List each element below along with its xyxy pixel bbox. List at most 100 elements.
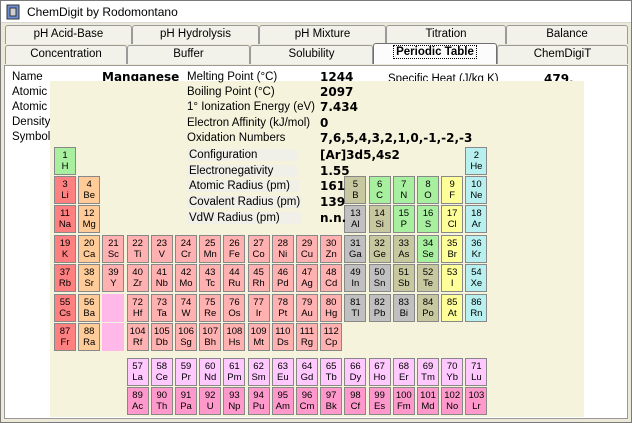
element-ce[interactable]: 58 Ce <box>150 358 173 386</box>
element-ba[interactable]: 56 Ba <box>78 294 101 322</box>
element-placeholder[interactable] <box>102 294 125 322</box>
element-si[interactable]: 14 Si <box>368 205 391 233</box>
element-tc[interactable]: 43 Tc <box>199 264 222 292</box>
element-ga[interactable]: 31 Ga <box>344 235 367 263</box>
tab-titration[interactable]: Titration <box>386 25 506 44</box>
element-ho[interactable]: 67 Ho <box>368 358 391 386</box>
element-sn[interactable]: 50 Sn <box>368 264 391 292</box>
element-k[interactable]: 19 K <box>54 235 76 263</box>
element-rf[interactable]: 104 Rf <box>126 323 149 351</box>
element-dy[interactable]: 66 Dy <box>344 358 367 386</box>
element-rh[interactable]: 45 Rh <box>247 264 270 292</box>
element-fe[interactable]: 26 Fe <box>223 235 246 263</box>
element-au[interactable]: 79 Au <box>296 294 318 322</box>
element-ne[interactable]: 10 Ne <box>465 176 488 204</box>
element-bh[interactable]: 107 Bh <box>199 323 222 351</box>
tab-buffer[interactable]: Buffer <box>127 45 250 64</box>
element-pr[interactable]: 59 Pr <box>175 358 197 386</box>
element-li[interactable]: 3 Li <box>54 176 76 204</box>
element-ru[interactable]: 44 Ru <box>223 264 246 292</box>
element-pu[interactable]: 94 Pu <box>247 387 270 415</box>
element-as[interactable]: 33 As <box>392 235 415 263</box>
element-pd[interactable]: 46 Pd <box>271 264 294 292</box>
element-ag[interactable]: 47 Ag <box>296 264 318 292</box>
tab-concentration[interactable]: Concentration <box>5 45 127 64</box>
element-zr[interactable]: 40 Zr <box>126 264 149 292</box>
tab-ph-acid-base[interactable]: pH Acid-Base <box>5 25 132 44</box>
element-po[interactable]: 84 Po <box>417 294 439 322</box>
element-co[interactable]: 27 Co <box>247 235 270 263</box>
element-ac[interactable]: 89 Ac <box>126 387 149 415</box>
element-i[interactable]: 53 I <box>441 264 464 292</box>
element-br[interactable]: 35 Br <box>441 235 464 263</box>
element-n[interactable]: 7N <box>392 176 415 204</box>
element-db[interactable]: 105 Db <box>150 323 173 351</box>
element-y[interactable]: 39 Y <box>102 264 125 292</box>
element-in[interactable]: 49 In <box>344 264 367 292</box>
element-placeholder[interactable] <box>102 323 125 351</box>
element-o[interactable]: 8O <box>417 176 439 204</box>
element-ti[interactable]: 22 Ti <box>126 235 149 263</box>
element-cm[interactable]: 96 Cm <box>296 387 318 415</box>
element-mn[interactable]: 25 Mn <box>199 235 222 263</box>
element-cl[interactable]: 17 Cl <box>441 205 464 233</box>
element-xe[interactable]: 54 Xe <box>465 264 488 292</box>
element-cd[interactable]: 48 Cd <box>320 264 343 292</box>
tab-periodic-table[interactable]: Periodic Table <box>373 43 497 64</box>
element-ge[interactable]: 32 Ge <box>368 235 391 263</box>
element-be[interactable]: 4 Be <box>78 176 101 204</box>
element-al[interactable]: 13 Al <box>344 205 367 233</box>
element-rn[interactable]: 86 Rn <box>465 294 488 322</box>
tab-ph-mixture[interactable]: pH Mixture <box>259 25 386 44</box>
tab-balance[interactable]: Balance <box>506 25 628 44</box>
element-cu[interactable]: 29 Cu <box>296 235 318 263</box>
element-p[interactable]: 15 P <box>392 205 415 233</box>
element-no[interactable]: 102 No <box>441 387 464 415</box>
element-hf[interactable]: 72 Hf <box>126 294 149 322</box>
element-ca[interactable]: 20 Ca <box>78 235 101 263</box>
element-lu[interactable]: 71 Lu <box>465 358 488 386</box>
element-la[interactable]: 57 La <box>126 358 149 386</box>
element-cf[interactable]: 98 Cf <box>344 387 367 415</box>
element-pa[interactable]: 91 Pa <box>175 387 197 415</box>
tab-solubility[interactable]: Solubility <box>250 45 373 64</box>
element-sg[interactable]: 106 Sg <box>175 323 197 351</box>
element-v[interactable]: 23 V <box>150 235 173 263</box>
element-rg[interactable]: 111 Rg <box>296 323 318 351</box>
element-mt[interactable]: 109 Mt <box>247 323 270 351</box>
element-pm[interactable]: 61 Pm <box>223 358 246 386</box>
element-es[interactable]: 99 Es <box>368 387 391 415</box>
element-sc[interactable]: 21 Sc <box>102 235 125 263</box>
element-h[interactable]: 1H <box>54 147 76 175</box>
element-ir[interactable]: 77 Ir <box>247 294 270 322</box>
element-c[interactable]: 6C <box>368 176 391 204</box>
element-sr[interactable]: 38 Sr <box>78 264 101 292</box>
element-nd[interactable]: 60 Nd <box>199 358 222 386</box>
element-gd[interactable]: 64 Gd <box>296 358 318 386</box>
element-sb[interactable]: 51 Sb <box>392 264 415 292</box>
element-cs[interactable]: 55 Cs <box>54 294 76 322</box>
element-cp[interactable]: 112 Cp <box>320 323 343 351</box>
element-tb[interactable]: 65 Tb <box>320 358 343 386</box>
element-he[interactable]: 2 He <box>465 147 488 175</box>
element-fm[interactable]: 100 Fm <box>392 387 415 415</box>
element-b[interactable]: 5B <box>344 176 367 204</box>
element-te[interactable]: 52 Te <box>417 264 439 292</box>
element-am[interactable]: 95 Am <box>271 387 294 415</box>
element-bk[interactable]: 97 Bk <box>320 387 343 415</box>
element-na[interactable]: 11 Na <box>54 205 76 233</box>
element-os[interactable]: 76 Os <box>223 294 246 322</box>
element-mo[interactable]: 42 Mo <box>175 264 197 292</box>
element-se[interactable]: 34 Se <box>417 235 439 263</box>
element-eu[interactable]: 63 Eu <box>271 358 294 386</box>
element-rb[interactable]: 37 Rb <box>54 264 76 292</box>
element-zn[interactable]: 30 Zn <box>320 235 343 263</box>
element-ds[interactable]: 110 Ds <box>271 323 294 351</box>
element-hg[interactable]: 80 Hg <box>320 294 343 322</box>
element-sm[interactable]: 62 Sm <box>247 358 270 386</box>
element-cr[interactable]: 24 Cr <box>175 235 197 263</box>
element-md[interactable]: 101 Md <box>417 387 439 415</box>
element-bi[interactable]: 83 Bi <box>392 294 415 322</box>
element-w[interactable]: 74 W <box>175 294 197 322</box>
element-nb[interactable]: 41 Nb <box>150 264 173 292</box>
